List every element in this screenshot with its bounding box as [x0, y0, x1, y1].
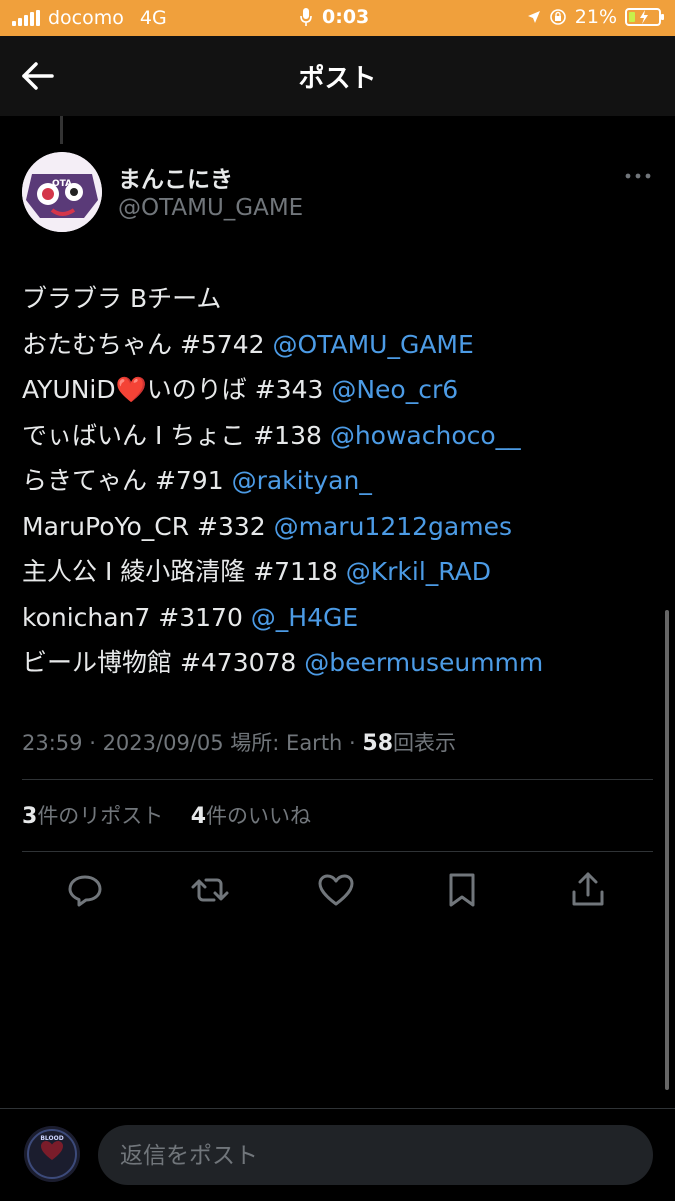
location-icon: [527, 11, 540, 23]
mention-link[interactable]: @_H4GE: [251, 603, 358, 632]
author-name[interactable]: まんこにき: [118, 160, 233, 194]
mention-link[interactable]: @beermuseummm: [304, 648, 543, 677]
thread-connector: [60, 116, 63, 144]
post-line: でぃばいん I ちょこ #138 @howachoco__: [22, 420, 521, 450]
heart-emoji-icon: ❤️: [115, 375, 147, 404]
avatar-logo-text: BLOOD: [40, 1135, 63, 1142]
reply-input-container[interactable]: [98, 1125, 653, 1187]
reposts-label: 件のリポスト: [37, 804, 164, 828]
repost-icon[interactable]: [190, 870, 230, 910]
reply-bar: BLOOD: [0, 1108, 675, 1201]
divider: [22, 851, 653, 852]
reposts-stat[interactable]: 3件のリポスト: [22, 804, 164, 829]
post-line: らきてゃん #791 @rakityan_: [22, 466, 372, 495]
more-icon[interactable]: [624, 168, 654, 184]
divider: [22, 779, 653, 780]
post-stats: 3件のリポスト 4件のいいね: [22, 800, 311, 830]
reply-input[interactable]: [98, 1125, 602, 1187]
mention-link[interactable]: @maru1212games: [274, 512, 512, 541]
battery-percent: 21%: [574, 6, 617, 28]
post-line: ブラブラ Bチーム: [22, 284, 222, 313]
clock: 0:03: [322, 6, 370, 28]
reposts-count: 3: [22, 804, 38, 829]
likes-label: 件のいいね: [206, 804, 311, 828]
mention-link[interactable]: @Neo_cr6: [331, 375, 458, 404]
likes-stat[interactable]: 4件のいいね: [190, 804, 311, 829]
status-right: 21%: [527, 6, 664, 28]
post-line: ビール博物館 #473078 @beermuseummm: [22, 648, 544, 677]
page-title: ポスト: [298, 64, 377, 94]
mention-link[interactable]: @OTAMU_GAME: [272, 330, 473, 359]
status-bar: docomo 4G 0:03 21%: [0, 0, 675, 36]
post-line: MaruPoYo_CR #332 @maru1212games: [22, 511, 512, 541]
like-icon[interactable]: [316, 870, 356, 910]
likes-count: 4: [190, 804, 206, 829]
signal-icon: [12, 10, 40, 26]
post-text: ブラブラ Bチーム おたむちゃん #5742 @OTAMU_GAME AYUNi…: [22, 276, 543, 686]
post-time[interactable]: 23:59: [22, 731, 83, 755]
bookmark-icon[interactable]: [442, 870, 482, 910]
microphone-icon: [300, 8, 312, 26]
status-left: docomo 4G: [12, 7, 167, 29]
mention-link[interactable]: @rakityan_: [232, 466, 372, 495]
network-label: 4G: [139, 7, 167, 29]
reply-icon[interactable]: [65, 870, 105, 910]
post-location: 場所: Earth: [230, 731, 343, 755]
avatar-logo-text: OTA: [52, 179, 72, 189]
post-line: おたむちゃん #5742 @OTAMU_GAME: [22, 329, 474, 359]
share-icon[interactable]: [568, 870, 608, 910]
rotation-lock-icon: [549, 9, 566, 25]
action-bar: [0, 870, 675, 914]
post-date[interactable]: 2023/09/05: [103, 731, 224, 755]
post-line: 主人公 I 綾小路清隆 #7118 @Krkil_RAD: [22, 557, 491, 586]
top-nav: ポスト: [0, 36, 675, 116]
scrollbar[interactable]: [665, 610, 669, 1090]
post-meta: 23:59 · 2023/09/05 場所: Earth · 58回表示: [22, 731, 457, 756]
status-center: 0:03: [300, 6, 369, 28]
mention-link[interactable]: @Krkil_RAD: [346, 557, 491, 586]
author-avatar[interactable]: OTA: [22, 152, 102, 232]
carrier-label: docomo: [48, 7, 124, 29]
battery-icon: [625, 8, 664, 26]
mention-link[interactable]: @howachoco__: [330, 421, 521, 450]
views-count: 58: [362, 731, 394, 756]
post-line: AYUNiD❤️いのりば #343 @Neo_cr6: [22, 375, 459, 404]
views-label: 回表示: [393, 731, 457, 755]
author-handle[interactable]: @OTAMU_GAME: [118, 195, 303, 221]
user-avatar[interactable]: BLOOD: [24, 1126, 80, 1182]
post-line: konichan7 #3170 @_H4GE: [22, 602, 359, 632]
